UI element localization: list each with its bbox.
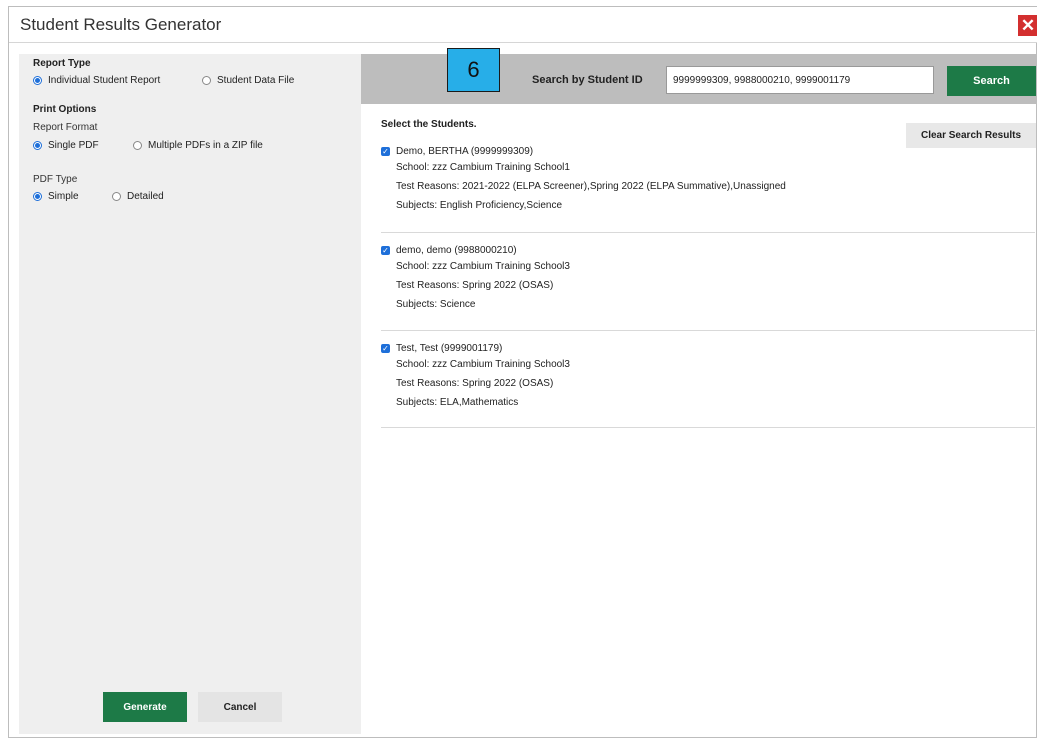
radio-single-pdf[interactable]: Single PDF [33, 140, 99, 151]
radio-label: Detailed [127, 191, 164, 202]
report-type-title: Report Type [33, 58, 91, 69]
step-number-badge: 6 [447, 48, 500, 92]
radio-unselected-icon [112, 192, 121, 201]
radio-label: Individual Student Report [48, 75, 161, 86]
search-label: Search by Student ID [532, 74, 643, 86]
student-item: ✓ demo, demo (9988000210) School: zzz Ca… [381, 243, 1035, 314]
checkbox-checked-icon[interactable]: ✓ [381, 146, 390, 156]
search-bar: 6 Search by Student ID Search [361, 48, 1036, 104]
radio-student-data-file[interactable]: Student Data File [202, 75, 294, 86]
radio-simple[interactable]: Simple [33, 191, 79, 202]
radio-selected-icon [33, 192, 42, 201]
generate-button[interactable]: Generate [103, 692, 187, 722]
student-id-search-input[interactable] [666, 66, 934, 94]
student-name: Test, Test (9999001179) [396, 342, 503, 354]
options-panel: Report Type Individual Student Report St… [19, 54, 361, 734]
radio-selected-icon [33, 76, 42, 85]
radio-label: Student Data File [217, 75, 295, 86]
radio-detailed[interactable]: Detailed [112, 191, 164, 202]
pdf-type-title: PDF Type [33, 174, 78, 185]
report-format-title: Report Format [33, 122, 98, 133]
student-name: demo, demo (9988000210) [396, 244, 517, 256]
cancel-button[interactable]: Cancel [198, 692, 282, 722]
print-options-title: Print Options [33, 104, 97, 115]
divider [381, 232, 1035, 233]
close-icon[interactable]: ✕ [1018, 15, 1037, 36]
student-subjects: Subjects: ELA,Mathematics [396, 397, 519, 408]
student-school: School: zzz Cambium Training School1 [396, 162, 570, 173]
student-item: ✓ Test, Test (9999001179) School: zzz Ca… [381, 341, 1035, 412]
radio-individual-student-report[interactable]: Individual Student Report [33, 75, 160, 86]
radio-label: Simple [48, 191, 79, 202]
student-item: ✓ Demo, BERTHA (9999999309) School: zzz … [381, 144, 1035, 215]
student-school: School: zzz Cambium Training School3 [396, 359, 570, 370]
results-panel: 6 Search by Student ID Search Select the… [361, 48, 1036, 734]
student-test-reasons: Test Reasons: Spring 2022 (OSAS) [396, 280, 554, 291]
student-test-reasons: Test Reasons: Spring 2022 (OSAS) [396, 378, 554, 389]
radio-unselected-icon [202, 76, 211, 85]
dialog-title: Student Results Generator [20, 15, 222, 34]
student-name: Demo, BERTHA (9999999309) [396, 145, 534, 157]
divider [381, 330, 1035, 331]
dialog-titlebar: Student Results Generator ✕ [9, 7, 1037, 43]
radio-multiple-pdfs-zip[interactable]: Multiple PDFs in a ZIP file [133, 140, 263, 151]
student-subjects: Subjects: English Proficiency,Science [396, 200, 563, 211]
student-subjects: Subjects: Science [396, 299, 476, 310]
dialog-body: Report Type Individual Student Report St… [19, 48, 1036, 734]
radio-label: Single PDF [48, 140, 99, 151]
checkbox-checked-icon[interactable]: ✓ [381, 343, 390, 353]
search-button[interactable]: Search [947, 66, 1036, 96]
select-students-title: Select the Students. [381, 119, 477, 130]
radio-label: Multiple PDFs in a ZIP file [148, 140, 263, 151]
divider [381, 427, 1035, 428]
student-school: School: zzz Cambium Training School3 [396, 261, 570, 272]
checkbox-checked-icon[interactable]: ✓ [381, 245, 390, 255]
radio-selected-icon [33, 141, 42, 150]
radio-unselected-icon [133, 141, 142, 150]
student-test-reasons: Test Reasons: 2021-2022 (ELPA Screener),… [396, 181, 786, 192]
student-results-generator-dialog: Student Results Generator ✕ Report Type … [8, 6, 1037, 738]
